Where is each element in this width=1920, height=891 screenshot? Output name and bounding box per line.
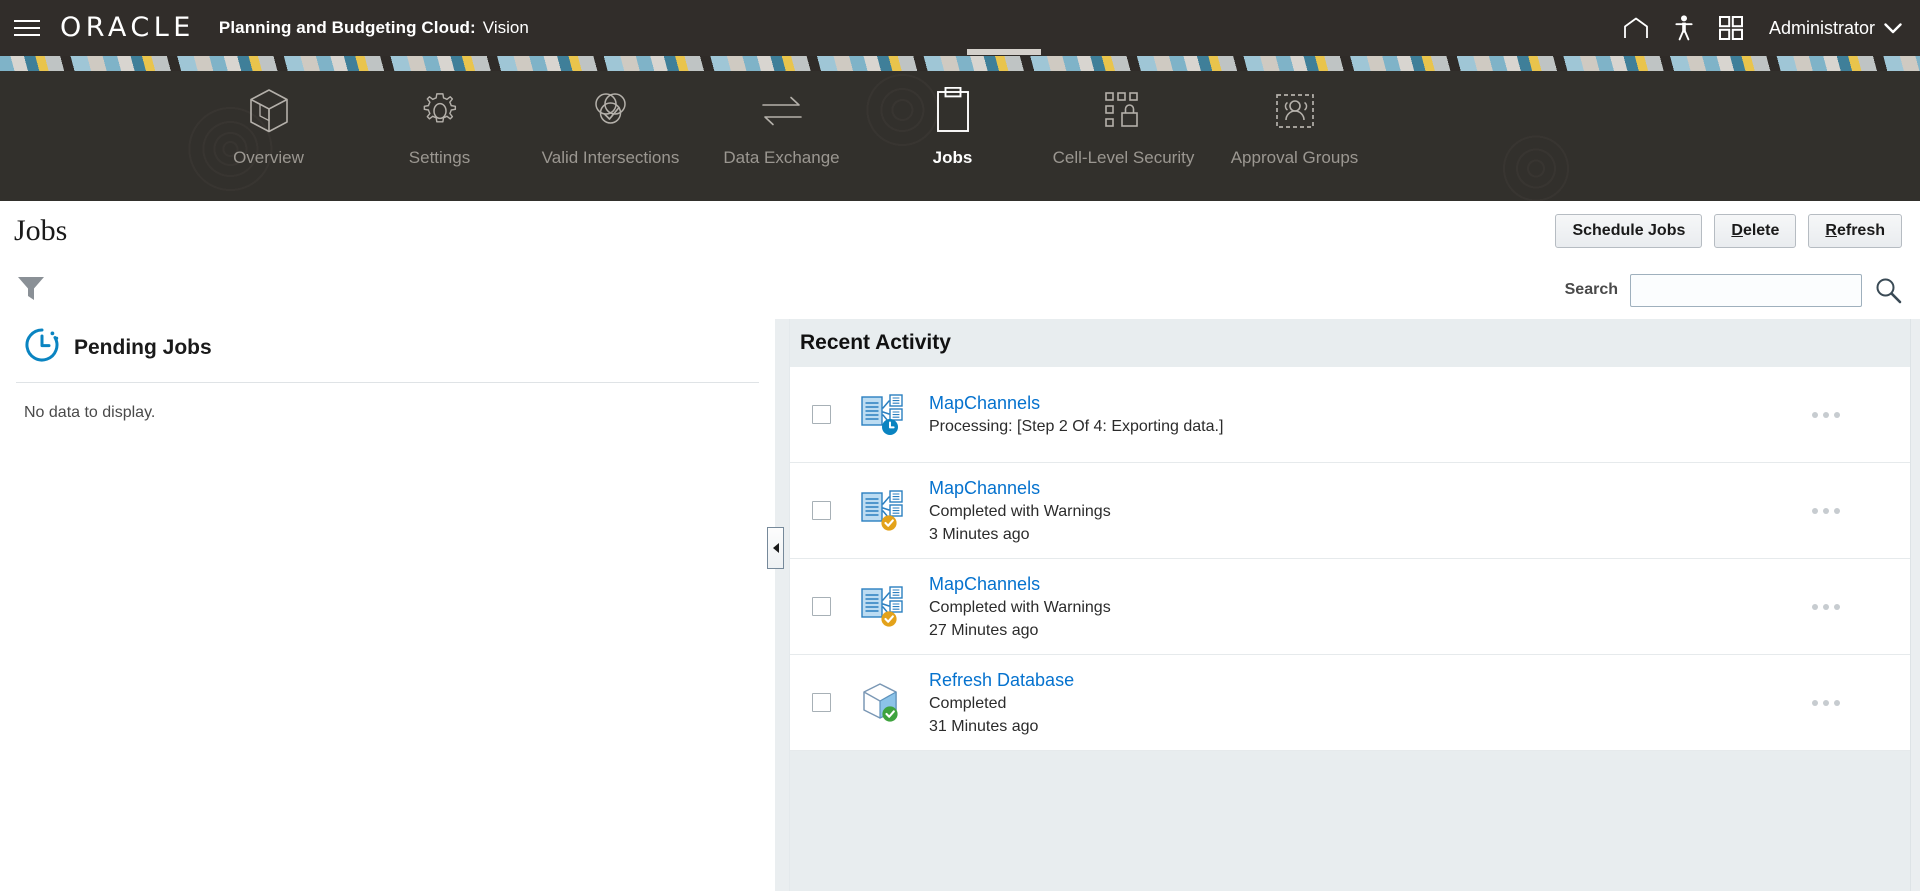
nav-item-data-exchange[interactable]: Data Exchange <box>696 71 867 169</box>
exchange-arrows-icon <box>759 85 805 137</box>
row-content: MapChannels Processing: [Step 2 Of 4: Ex… <box>929 391 1223 438</box>
approval-group-icon <box>1273 85 1317 137</box>
search-input[interactable] <box>1630 274 1862 307</box>
hamburger-icon[interactable] <box>14 13 44 43</box>
row-status: Completed <box>929 692 1074 715</box>
nav-label-approval-groups: Approval Groups <box>1231 147 1359 169</box>
row-checkbox[interactable] <box>812 501 831 520</box>
row-job-name[interactable]: Refresh Database <box>929 670 1074 690</box>
pending-jobs-panel: Pending Jobs No data to display. <box>0 319 775 891</box>
activity-row[interactable]: MapChannels Processing: [Step 2 Of 4: Ex… <box>790 367 1910 463</box>
cube-outline-icon <box>247 85 291 137</box>
decorative-strip <box>0 56 1920 71</box>
map-channels-icon <box>859 583 907 631</box>
overflow-menu-icon[interactable] <box>1812 700 1898 706</box>
activity-row[interactable]: MapChannels Completed with Warnings 27 M… <box>790 559 1910 655</box>
page-title: Jobs <box>14 214 67 248</box>
active-tab-indicator <box>967 49 1041 55</box>
filter-funnel-icon[interactable] <box>16 273 46 308</box>
nav-label-cell-level-security: Cell-Level Security <box>1053 147 1195 169</box>
row-job-name[interactable]: MapChannels <box>929 574 1040 594</box>
activity-row[interactable]: Refresh Database Completed 31 Minutes ag… <box>790 655 1910 751</box>
row-time: 27 Minutes ago <box>929 619 1111 642</box>
row-content: MapChannels Completed with Warnings 3 Mi… <box>929 476 1111 546</box>
header-actions: Administrator <box>1623 15 1902 41</box>
nav-label-jobs: Jobs <box>933 147 973 169</box>
row-job-name[interactable]: MapChannels <box>929 393 1040 413</box>
recent-activity-list: MapChannels Processing: [Step 2 Of 4: Ex… <box>790 367 1910 751</box>
app-title: Planning and Budgeting Cloud: <box>219 18 476 38</box>
oracle-logo: ORACLE <box>60 14 195 43</box>
global-header: ORACLE Planning and Budgeting Cloud: Vis… <box>0 0 1920 56</box>
delete-button[interactable]: Delete <box>1714 214 1796 248</box>
schedule-jobs-button[interactable]: Schedule Jobs <box>1555 214 1702 248</box>
pending-jobs-title: Pending Jobs <box>74 336 212 360</box>
collapse-left-icon[interactable] <box>767 527 784 569</box>
app-grid-icon[interactable] <box>1719 16 1743 40</box>
overflow-menu-icon[interactable] <box>1812 412 1898 418</box>
refresh-button-accesskey: R <box>1825 222 1837 239</box>
nav-item-settings[interactable]: Settings <box>354 71 525 169</box>
pending-clock-icon <box>24 327 60 368</box>
overflow-menu-icon[interactable] <box>1812 604 1898 610</box>
search-icon[interactable] <box>1874 276 1902 304</box>
clipboard-icon <box>933 85 973 137</box>
gear-icon <box>418 85 462 137</box>
recent-activity-footer <box>790 751 1910 891</box>
venn-check-icon <box>589 85 633 137</box>
row-content: MapChannels Completed with Warnings 27 M… <box>929 572 1111 642</box>
nav-label-valid-intersections: Valid Intersections <box>542 147 680 169</box>
nav-item-cell-level-security[interactable]: Cell-Level Security <box>1038 71 1209 169</box>
row-checkbox[interactable] <box>812 693 831 712</box>
accessibility-icon[interactable] <box>1675 15 1693 41</box>
nav-item-jobs[interactable]: Jobs <box>867 71 1038 169</box>
refresh-button[interactable]: Refresh <box>1808 214 1902 248</box>
nav-item-overview[interactable]: Overview <box>183 71 354 169</box>
nav-label-data-exchange: Data Exchange <box>723 147 839 169</box>
page-action-buttons: Schedule Jobs Delete Refresh <box>1555 214 1902 248</box>
row-checkbox[interactable] <box>812 405 831 424</box>
user-menu[interactable]: Administrator <box>1769 18 1902 39</box>
recent-activity-title: Recent Activity <box>790 319 1910 367</box>
main-content: Pending Jobs No data to display. Recent … <box>0 319 1920 891</box>
tools-row: Search <box>0 261 1920 319</box>
activity-row[interactable]: MapChannels Completed with Warnings 3 Mi… <box>790 463 1910 559</box>
right-scroll-edge[interactable] <box>1910 319 1920 891</box>
pending-jobs-empty-text: No data to display. <box>16 383 759 422</box>
row-time: 31 Minutes ago <box>929 715 1074 738</box>
nav-label-settings: Settings <box>409 147 470 169</box>
row-status: Completed with Warnings <box>929 500 1111 523</box>
row-time: 3 Minutes ago <box>929 523 1111 546</box>
panel-splitter[interactable] <box>775 319 789 891</box>
search-label: Search <box>1565 281 1618 299</box>
app-subtitle: Vision <box>483 18 529 38</box>
nav-label-overview: Overview <box>233 147 304 169</box>
overflow-menu-icon[interactable] <box>1812 508 1898 514</box>
recent-activity-panel: Recent Activity <box>789 319 1910 891</box>
nav-item-approval-groups[interactable]: Approval Groups <box>1209 71 1380 169</box>
database-cube-icon <box>859 679 907 727</box>
delete-button-accesskey: D <box>1731 222 1743 239</box>
row-job-name[interactable]: MapChannels <box>929 478 1040 498</box>
pending-jobs-header: Pending Jobs <box>16 319 759 383</box>
nav-item-valid-intersections[interactable]: Valid Intersections <box>525 71 696 169</box>
main-navigation: Overview Settings Valid Intersections <box>0 71 1920 201</box>
user-menu-label: Administrator <box>1769 18 1875 39</box>
row-status: Processing: [Step 2 Of 4: Exporting data… <box>929 415 1223 438</box>
row-checkbox[interactable] <box>812 597 831 616</box>
chevron-down-icon <box>1884 18 1902 39</box>
search-area: Search <box>1565 274 1906 307</box>
page-header: Jobs Schedule Jobs Delete Refresh <box>0 201 1920 261</box>
grid-lock-icon <box>1102 85 1146 137</box>
map-channels-icon <box>859 391 907 439</box>
home-icon[interactable] <box>1623 17 1649 39</box>
map-channels-icon <box>859 487 907 535</box>
row-status: Completed with Warnings <box>929 596 1111 619</box>
row-content: Refresh Database Completed 31 Minutes ag… <box>929 668 1074 738</box>
